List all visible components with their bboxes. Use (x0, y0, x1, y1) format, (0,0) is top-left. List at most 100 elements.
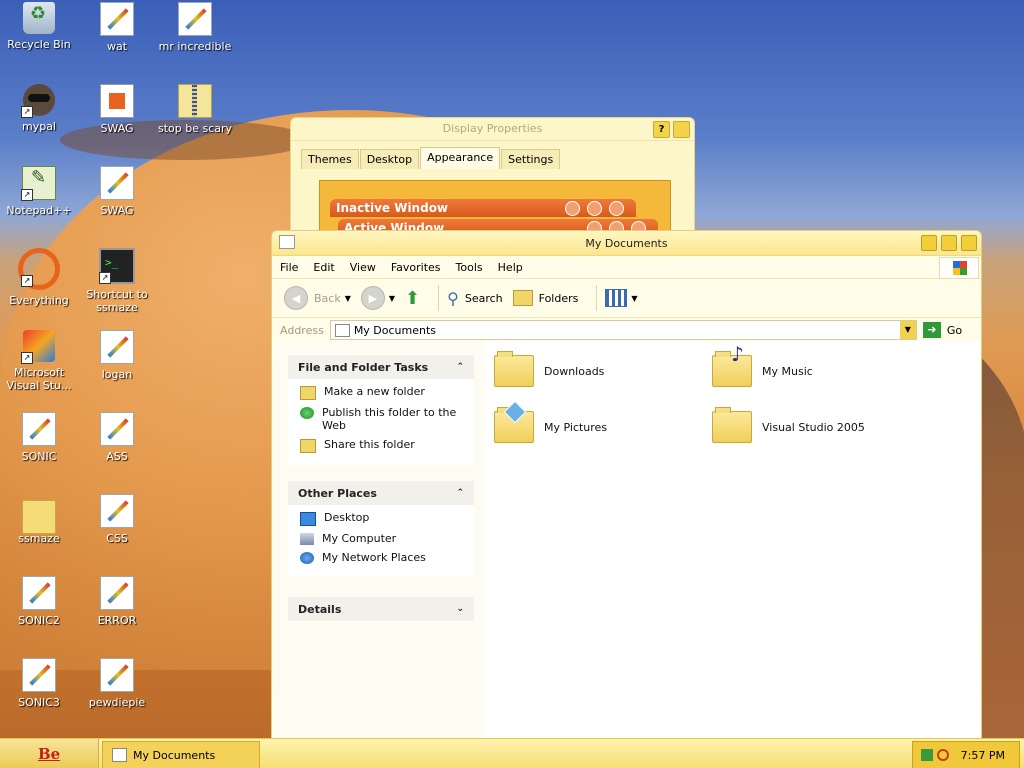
chevron-down-icon[interactable]: ▼ (389, 294, 395, 303)
up-button[interactable]: ⬆ (405, 288, 420, 309)
tray-network-icon[interactable] (921, 749, 933, 761)
share-folder-icon (300, 439, 316, 453)
minimize-button[interactable] (921, 235, 937, 251)
desktop-icon-recycle-bin[interactable]: Recycle Bin (0, 2, 78, 51)
maximize-button[interactable] (941, 235, 957, 251)
panel-title: Details (298, 602, 342, 616)
expand-chevron-icon[interactable]: ⌄ (456, 604, 464, 614)
desktop-icon-sonic2[interactable]: SONIC2 (0, 576, 78, 627)
desktop-icon-everything[interactable]: ↗ Everything (0, 248, 78, 307)
menu-favorites[interactable]: Favorites (391, 261, 441, 274)
task-make-new-folder[interactable]: Make a new folder (300, 385, 464, 400)
menu-tools[interactable]: Tools (456, 261, 483, 274)
start-button[interactable]: Be (0, 739, 99, 768)
place-my-network-places[interactable]: My Network Places (300, 551, 464, 564)
desktop-icon-css[interactable]: CSS (78, 494, 156, 545)
desktop-icon-notepadpp[interactable]: ↗ Notepad++ (0, 166, 78, 217)
desktop-icon-sonic3[interactable]: SONIC3 (0, 658, 78, 709)
go-button[interactable]: ➜ Go (922, 322, 962, 338)
desktop-icon-label: SONIC3 (18, 696, 60, 709)
tab-settings[interactable]: Settings (501, 149, 561, 169)
desktop-icon-mypal[interactable]: ↗ mypal (0, 84, 78, 133)
desktop-icon-stop-be-scary[interactable]: stop be scary (156, 84, 234, 135)
desktop-icon-ssmaze[interactable]: ssmaze (0, 494, 78, 545)
desktop-icon-logan[interactable]: logan (78, 330, 156, 381)
title-bar[interactable]: My Documents (272, 231, 981, 256)
address-input[interactable]: My Documents ▼ (329, 320, 917, 340)
folders-button[interactable]: Folders (512, 290, 578, 306)
task-publish-to-web[interactable]: Publish this folder to the Web (300, 406, 464, 432)
desktop-icon-mr-incredible[interactable]: mr incredible (156, 2, 234, 53)
clock[interactable]: 7:57 PM (961, 749, 1005, 762)
panel-header[interactable]: Other Places ⌃ (288, 481, 474, 505)
menu-view[interactable]: View (350, 261, 376, 274)
desktop-icon-label: Microsoft Visual Stu... (6, 366, 72, 392)
menu-bar: File Edit View Favorites Tools Help (272, 256, 981, 279)
new-folder-icon (300, 386, 316, 400)
back-label: Back (314, 291, 341, 305)
collapse-chevron-icon[interactable]: ⌃ (456, 488, 464, 498)
menu-edit[interactable]: Edit (313, 261, 334, 274)
desktop-icon-swag[interactable]: SWAG (78, 84, 156, 135)
panel-header[interactable]: File and Folder Tasks ⌃ (288, 355, 474, 379)
desktop-icon-pewdiepie[interactable]: pewdiepie (78, 658, 156, 709)
desktop-icon-label: mr incredible (158, 40, 232, 53)
menu-file[interactable]: File (280, 261, 298, 274)
desktop-icon-swag-2[interactable]: SWAG (78, 166, 156, 217)
chevron-down-icon[interactable]: ▼ (345, 294, 351, 303)
document-icon (100, 494, 134, 528)
my-documents-window[interactable]: My Documents File Edit View Favorites To… (271, 230, 982, 740)
computer-icon (300, 533, 314, 545)
display-properties-window[interactable]: Display Properties ? Themes Desktop Appe… (290, 117, 695, 240)
folder-window-icon (112, 748, 127, 762)
task-share-folder[interactable]: Share this folder (300, 438, 464, 453)
folder-downloads[interactable]: Downloads (494, 351, 605, 387)
place-my-computer[interactable]: My Computer (300, 532, 464, 545)
panel-header[interactable]: Details ⌄ (288, 597, 474, 621)
close-button[interactable] (673, 121, 690, 138)
place-label: My Network Places (322, 551, 426, 564)
place-label: Desktop (324, 511, 370, 524)
shortcut-arrow-icon: ↗ (21, 352, 33, 364)
shortcut-arrow-icon: ↗ (99, 272, 111, 284)
folder-label: My Pictures (544, 420, 608, 434)
views-button[interactable]: ▼ (605, 289, 638, 307)
folder-my-music[interactable]: My Music (712, 342, 813, 387)
desktop-icon-shortcut-ssmaze[interactable]: ↗ Shortcut to ssmaze (78, 248, 156, 314)
help-button[interactable]: ? (653, 121, 670, 138)
folder-my-pictures[interactable]: My Pictures (494, 407, 608, 443)
forward-arrow-icon: ▶ (360, 286, 385, 310)
tray-search-icon[interactable] (937, 749, 949, 761)
minimize-icon (565, 201, 580, 216)
taskbar-item-my-documents[interactable]: My Documents (102, 741, 260, 768)
desktop-icon-ass[interactable]: ASS (78, 412, 156, 463)
collapse-chevron-icon[interactable]: ⌃ (456, 362, 464, 372)
close-button[interactable] (961, 235, 977, 251)
go-arrow-icon: ➜ (922, 322, 941, 338)
shortcut-arrow-icon: ↗ (21, 189, 33, 201)
visual-studio-icon: ↗ (21, 330, 55, 364)
tab-desktop[interactable]: Desktop (359, 149, 420, 169)
desktop-icon-wat[interactable]: wat (78, 2, 156, 53)
desktop-icon-label: mypal (21, 120, 56, 133)
chevron-down-icon[interactable]: ▼ (899, 321, 916, 339)
document-icon (100, 412, 134, 446)
desktop-icon-error[interactable]: ERROR (78, 576, 156, 627)
window-title: Display Properties (291, 118, 694, 141)
place-desktop[interactable]: Desktop (300, 511, 464, 526)
tab-appearance[interactable]: Appearance (420, 147, 501, 169)
folder-label: Downloads (544, 364, 605, 378)
system-tray: 7:57 PM (912, 741, 1020, 768)
tab-themes[interactable]: Themes (301, 149, 359, 169)
search-button[interactable]: ⚲ Search (447, 289, 503, 308)
content-area: File and Folder Tasks ⌃ Make a new folde… (272, 341, 981, 739)
back-button[interactable]: ◀ Back ▼ (284, 286, 351, 310)
desktop-icon-sonic[interactable]: SONIC (0, 412, 78, 463)
chevron-down-icon[interactable]: ▼ (631, 294, 637, 303)
folder-visual-studio-2005[interactable]: Visual Studio 2005 (712, 407, 865, 443)
folder-view: Downloads My Music My Pictures Visual St… (484, 341, 981, 739)
menu-help[interactable]: Help (498, 261, 523, 274)
forward-button[interactable]: ▶ ▼ (360, 286, 395, 310)
desktop-icon-visual-studio[interactable]: ↗ Microsoft Visual Stu... (0, 330, 78, 392)
desktop-icon-label: logan (101, 368, 133, 381)
